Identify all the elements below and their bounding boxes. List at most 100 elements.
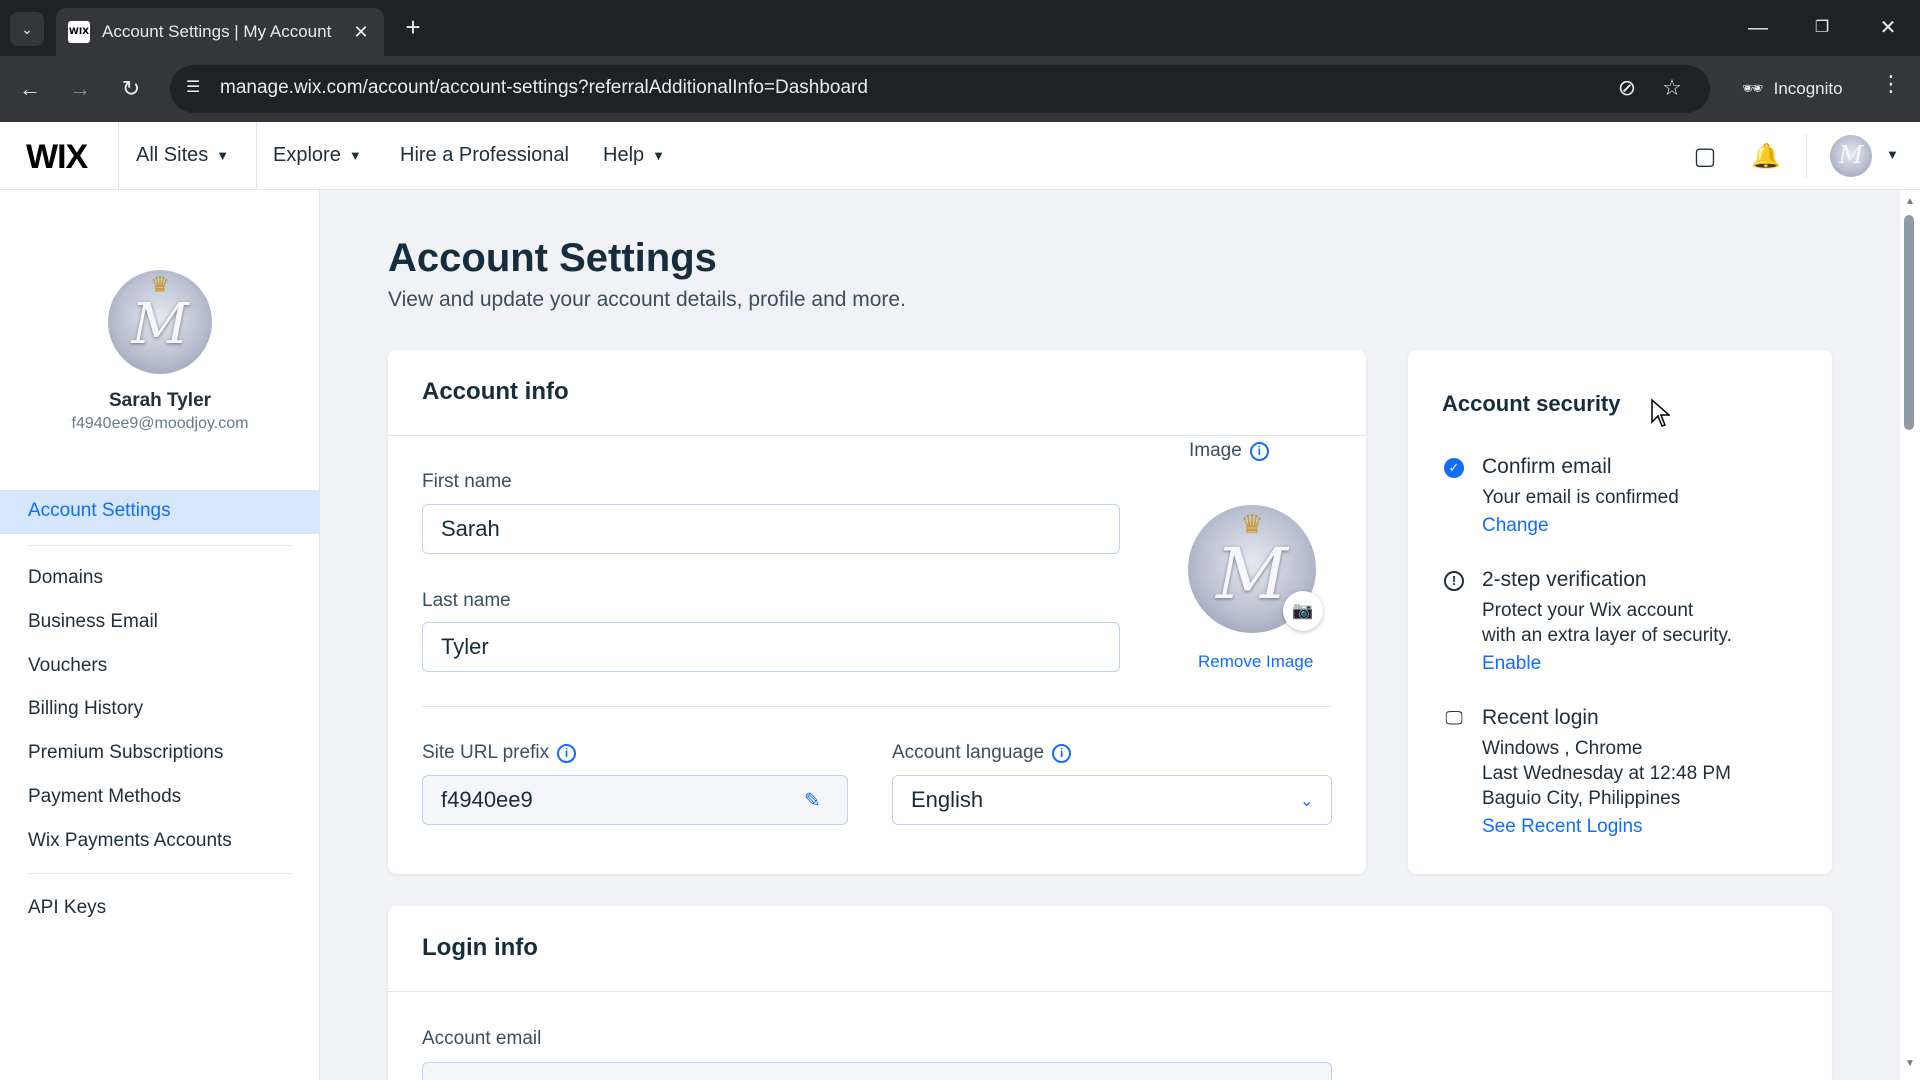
bookmark-star-icon[interactable]: ☆: [1657, 75, 1687, 101]
chevron-down-icon: ▼: [1886, 147, 1899, 162]
camera-icon[interactable]: 📷: [1283, 591, 1323, 631]
incognito-indicator[interactable]: 🕶 Incognito: [1726, 70, 1859, 108]
change-email-link[interactable]: Change: [1482, 515, 1549, 537]
nav-help[interactable]: Help ▼: [603, 144, 665, 167]
image-label-text: Image: [1189, 440, 1242, 461]
sidebar-item-api-keys[interactable]: API Keys: [28, 897, 106, 919]
monitor-icon: 🖵: [1445, 708, 1463, 728]
last-name-label-text: Last name: [422, 590, 511, 611]
wix-header: WIX All Sites ▼ Explore ▼ Hire a Profess…: [0, 122, 1920, 190]
last-name-label: Last name: [422, 590, 511, 612]
divider: [256, 122, 257, 190]
chevron-down-icon: ⌄: [1300, 793, 1314, 810]
divider: [118, 122, 119, 190]
site-info-icon[interactable]: ☰: [186, 77, 200, 97]
divider: [28, 545, 292, 546]
nav-explore-label: Explore: [273, 144, 341, 166]
two-step-text-2: with an extra layer of security.: [1482, 625, 1732, 646]
login-info-card: Login info: [388, 906, 1832, 1080]
avatar: M: [1830, 135, 1872, 177]
two-step-text-1: Protect your Wix account: [1482, 600, 1694, 621]
first-name-label-text: First name: [422, 471, 512, 492]
chat-icon[interactable]: ▢: [1690, 142, 1720, 172]
incognito-icon: 🕶: [1742, 79, 1764, 98]
nav-hire-professional[interactable]: Hire a Professional: [400, 144, 569, 167]
enable-2fa-link[interactable]: Enable: [1482, 653, 1541, 675]
nav-all-sites-label: All Sites: [136, 144, 209, 166]
site-url-input[interactable]: f4940ee9: [422, 775, 848, 825]
restore-icon[interactable]: ❐: [1804, 10, 1840, 46]
divider: [422, 706, 1332, 707]
sidebar-item-label: Account Settings: [28, 500, 171, 521]
nav-help-label: Help: [603, 144, 645, 166]
recent-login-heading: Recent login: [1482, 706, 1599, 729]
nav-all-sites[interactable]: All Sites ▼: [136, 144, 229, 167]
sidebar-item-business-email[interactable]: Business Email: [28, 611, 158, 633]
alert-circle-icon: !: [1444, 571, 1464, 591]
incognito-label: Incognito: [1773, 79, 1843, 98]
see-recent-logins-link[interactable]: See Recent Logins: [1482, 816, 1643, 838]
account-language-label: Account language i: [892, 742, 1072, 764]
user-menu[interactable]: M ▼: [1830, 135, 1906, 177]
url-text[interactable]: manage.wix.com/account/account-settings?…: [220, 77, 868, 99]
sidebar-item-wix-payments-accounts[interactable]: Wix Payments Accounts: [28, 830, 232, 852]
scrollbar-thumb[interactable]: [1904, 215, 1914, 430]
login-info-title: Login info: [422, 934, 538, 961]
last-name-input[interactable]: Tyler: [422, 622, 1120, 672]
card-header: Login info: [388, 906, 1832, 992]
check-circle-icon: ✓: [1444, 458, 1464, 478]
reload-icon[interactable]: ↻: [113, 71, 149, 107]
divider: [28, 873, 292, 874]
sidebar-item-payment-methods[interactable]: Payment Methods: [28, 786, 181, 808]
profile-email: f4940ee9@moodjoy.com: [71, 415, 249, 432]
card-header: Account info: [388, 350, 1366, 436]
nav-hire-professional-label: Hire a Professional: [400, 144, 569, 166]
account-email-input[interactable]: [422, 1062, 1332, 1080]
chevron-down-icon: ▼: [348, 148, 362, 163]
sidebar-item-vouchers[interactable]: Vouchers: [28, 655, 107, 677]
back-arrow-icon[interactable]: ←: [12, 71, 48, 107]
info-icon[interactable]: i: [1249, 441, 1269, 461]
eye-off-icon[interactable]: ⊘: [1612, 75, 1642, 101]
close-window-icon[interactable]: ✕: [1870, 10, 1906, 46]
new-tab-plus-icon[interactable]: +: [398, 12, 428, 42]
profile-avatar: ♛ M: [108, 270, 212, 374]
address-bar[interactable]: ☰ manage.wix.com/account/account-setting…: [170, 65, 1710, 113]
wix-logo[interactable]: WIX: [26, 138, 88, 177]
tab-search-chevron-icon[interactable]: ⌄: [10, 12, 44, 46]
info-icon[interactable]: i: [1052, 743, 1072, 763]
scroll-down-icon[interactable]: ▼: [1902, 1058, 1918, 1069]
profile-name: Sarah Tyler: [108, 390, 212, 411]
first-name-input[interactable]: Sarah: [422, 504, 1120, 554]
site-url-label: Site URL prefix i: [422, 742, 577, 764]
tab-close-icon[interactable]: ✕: [350, 22, 372, 43]
scroll-up-icon[interactable]: ▲: [1902, 196, 1918, 207]
remove-image-link[interactable]: Remove Image: [1198, 652, 1313, 672]
info-icon[interactable]: i: [557, 743, 577, 763]
account-info-title: Account info: [422, 378, 569, 405]
recent-login-location: Baguio City, Philippines: [1482, 788, 1681, 809]
minimize-icon[interactable]: —: [1740, 10, 1776, 46]
sidebar-item-premium-subscriptions[interactable]: Premium Subscriptions: [28, 742, 223, 764]
divider: [1806, 134, 1807, 178]
nav-explore[interactable]: Explore ▼: [273, 144, 362, 167]
browser-menu-icon[interactable]: ⋮: [1876, 71, 1906, 97]
confirm-email-text: Your email is confirmed: [1482, 487, 1679, 508]
sidebar-item-billing-history[interactable]: Billing History: [28, 698, 143, 720]
first-name-label: First name: [422, 471, 512, 493]
browser-tabstrip: ⌄ WIX Account Settings | My Account ✕ + …: [0, 0, 1920, 56]
account-email-label: Account email: [422, 1028, 541, 1050]
site-url-label-text: Site URL prefix: [422, 742, 550, 763]
recent-login-time: Last Wednesday at 12:48 PM: [1482, 763, 1731, 784]
forward-arrow-icon[interactable]: →: [62, 71, 98, 107]
pencil-edit-icon[interactable]: ✎: [804, 788, 821, 813]
browser-tab[interactable]: WIX Account Settings | My Account ✕: [56, 8, 384, 56]
confirm-email-heading: Confirm email: [1482, 455, 1612, 478]
tab-title: Account Settings | My Account: [102, 22, 332, 41]
mouse-cursor-icon: [1651, 398, 1670, 427]
sidebar-item-domains[interactable]: Domains: [28, 567, 103, 589]
account-language-select[interactable]: English: [892, 775, 1332, 825]
account-email-label-text: Account email: [422, 1028, 542, 1049]
bell-icon[interactable]: 🔔: [1751, 142, 1781, 172]
sidebar-item-account-settings[interactable]: Account Settings: [0, 490, 320, 534]
